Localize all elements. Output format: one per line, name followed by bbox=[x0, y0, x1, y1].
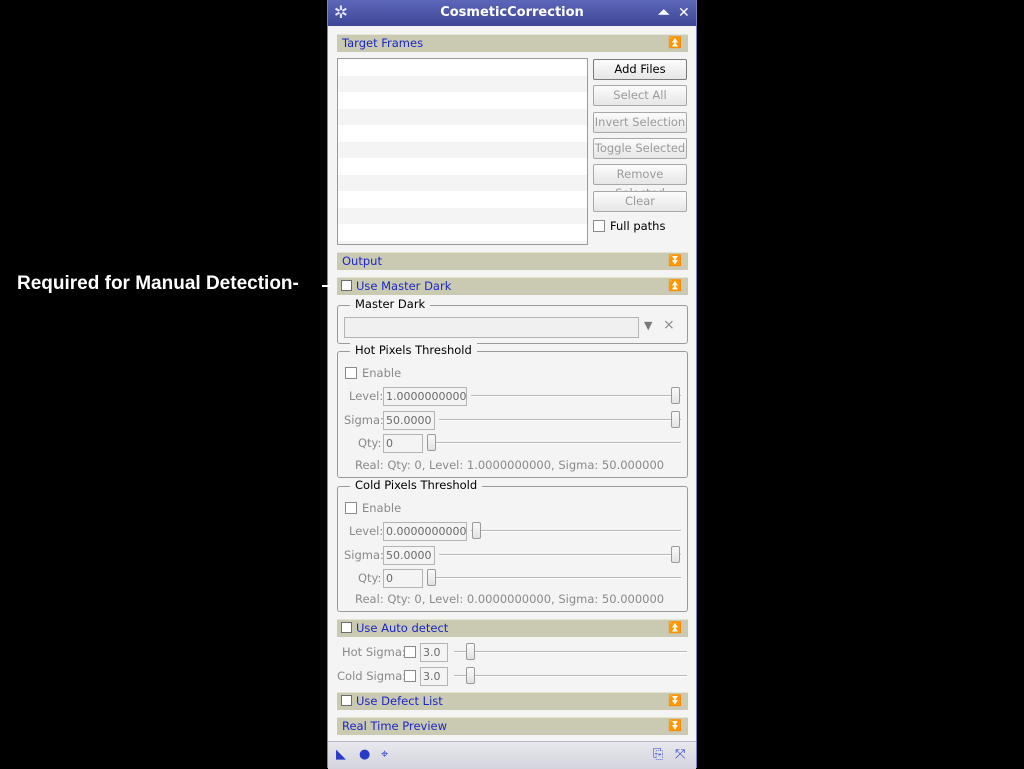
hot-sigma-slider-track[interactable] bbox=[439, 419, 681, 421]
use-auto-detect-checkbox[interactable] bbox=[341, 622, 352, 633]
use-auto-detect-header[interactable]: Use Auto detect ⏫ bbox=[337, 619, 688, 637]
hot-sigma-slider-handle[interactable] bbox=[466, 643, 475, 660]
cold-sigma-field[interactable]: 50.0000 bbox=[383, 546, 435, 565]
expand-icon[interactable]: ⏬ bbox=[668, 718, 682, 734]
cold-sigma-label: Sigma: bbox=[344, 548, 384, 562]
use-defect-list-label: Use Defect List bbox=[356, 694, 443, 708]
cold-qty-slider-track[interactable] bbox=[428, 577, 681, 579]
hot-qty-slider-handle[interactable] bbox=[427, 434, 436, 451]
master-dark-path-field[interactable] bbox=[344, 317, 639, 338]
browse-documentation-icon[interactable]: ⎘ bbox=[653, 747, 663, 763]
use-master-dark-label: Use Master Dark bbox=[356, 279, 452, 293]
select-all-button[interactable]: Select All bbox=[593, 85, 687, 106]
cold-qty-label: Qty: bbox=[358, 571, 382, 585]
clear-path-icon[interactable]: ⨯ bbox=[663, 317, 675, 333]
cold-sigma-field[interactable]: 3.0 bbox=[420, 667, 448, 686]
hot-sigma-checkbox[interactable] bbox=[404, 646, 416, 658]
full-paths-label: Full paths bbox=[610, 219, 666, 233]
hot-pixels-threshold-title: Hot Pixels Threshold bbox=[350, 343, 477, 357]
hot-sigma-slider-track[interactable] bbox=[454, 651, 687, 653]
hot-pixels-threshold-group: Hot Pixels Threshold Enable Level: 1.000… bbox=[337, 343, 688, 478]
cold-sigma-slider-track[interactable] bbox=[439, 554, 681, 556]
cold-level-slider-track[interactable] bbox=[471, 530, 681, 532]
cold-sigma-slider-handle[interactable] bbox=[466, 667, 475, 684]
new-instance-icon[interactable]: ◣ bbox=[336, 747, 346, 763]
toggle-selected-button[interactable]: Toggle Selected bbox=[593, 138, 687, 159]
hot-real-text: Real: Qty: 0, Level: 1.0000000000, Sigma… bbox=[355, 458, 665, 472]
cosmetic-correction-window: ✲ CosmeticCorrection ⏶ ✕ Target Frames ⏫… bbox=[327, 0, 697, 769]
output-header[interactable]: Output ⏬ bbox=[337, 252, 688, 270]
hot-sigma-label: Hot Sigma: bbox=[342, 645, 406, 659]
real-time-preview-icon[interactable]: ⌖ bbox=[381, 747, 388, 763]
hot-qty-label: Qty: bbox=[358, 436, 382, 450]
output-label: Output bbox=[342, 254, 382, 268]
hot-level-label: Level: bbox=[349, 389, 384, 403]
master-dark-group-title: Master Dark bbox=[350, 297, 431, 311]
cold-enable-label: Enable bbox=[362, 501, 402, 515]
apply-global-icon[interactable]: ● bbox=[359, 747, 370, 763]
cold-level-field[interactable]: 0.0000000000 bbox=[383, 522, 467, 541]
annotation-pointer bbox=[322, 285, 330, 287]
hot-level-slider-track[interactable] bbox=[471, 395, 681, 397]
hot-sigma-field[interactable]: 3.0 bbox=[420, 643, 448, 662]
target-frames-list[interactable] bbox=[337, 58, 588, 245]
cold-level-label: Level: bbox=[349, 524, 384, 538]
cold-sigma-checkbox[interactable] bbox=[404, 670, 416, 682]
title-bar[interactable]: ✲ CosmeticCorrection ⏶ ✕ bbox=[328, 0, 696, 26]
remove-selected-button[interactable]: Remove Selected bbox=[593, 164, 687, 200]
hot-sigma-slider-handle[interactable] bbox=[671, 411, 680, 428]
cold-enable-checkbox[interactable] bbox=[345, 502, 357, 514]
cold-qty-field[interactable]: 0 bbox=[383, 569, 423, 588]
full-paths-checkbox[interactable] bbox=[593, 220, 605, 232]
cold-pixels-threshold-group: Cold Pixels Threshold Enable Level: 0.00… bbox=[337, 478, 688, 612]
collapse-icon[interactable]: ⏫ bbox=[668, 35, 682, 51]
hot-qty-field[interactable]: 0 bbox=[383, 434, 423, 453]
expand-icon[interactable]: ⏬ bbox=[668, 693, 682, 709]
close-icon[interactable]: ✕ bbox=[678, 5, 690, 21]
annotation-label: Required for Manual Detection- bbox=[17, 273, 299, 294]
collapse-icon[interactable]: ⏫ bbox=[668, 620, 682, 636]
use-master-dark-checkbox[interactable] bbox=[341, 280, 352, 291]
clear-button[interactable]: Clear bbox=[593, 191, 687, 212]
dropdown-icon[interactable]: ▼ bbox=[644, 319, 652, 332]
cold-real-text: Real: Qty: 0, Level: 0.0000000000, Sigma… bbox=[355, 592, 665, 606]
bottom-toolbar: ◣ ● ⌖ ⎘ ⤧ bbox=[328, 741, 696, 769]
cold-qty-slider-handle[interactable] bbox=[427, 569, 436, 586]
use-defect-list-header[interactable]: Use Defect List ⏬ bbox=[337, 692, 688, 710]
hot-enable-checkbox[interactable] bbox=[345, 367, 357, 379]
real-time-preview-header[interactable]: Real Time Preview ⏬ bbox=[337, 717, 688, 735]
use-master-dark-header[interactable]: Use Master Dark ⏫ bbox=[337, 277, 688, 295]
reset-icon[interactable]: ⤧ bbox=[675, 747, 685, 763]
cold-sigma-slider-track[interactable] bbox=[454, 675, 687, 677]
hot-level-field[interactable]: 1.0000000000 bbox=[383, 387, 467, 406]
use-auto-detect-label: Use Auto detect bbox=[356, 621, 449, 635]
use-defect-list-checkbox[interactable] bbox=[341, 695, 352, 706]
hot-qty-slider-track[interactable] bbox=[428, 442, 681, 444]
cold-pixels-threshold-title: Cold Pixels Threshold bbox=[350, 478, 483, 492]
cold-sigma-slider-handle[interactable] bbox=[671, 546, 680, 563]
cold-sigma-label: Cold Sigma: bbox=[337, 669, 407, 683]
hot-level-slider-handle[interactable] bbox=[671, 387, 680, 404]
shade-up-icon[interactable]: ⏶ bbox=[658, 5, 669, 21]
add-files-button[interactable]: Add Files bbox=[593, 59, 687, 80]
master-dark-group: Master Dark ▼ ⨯ bbox=[337, 297, 688, 344]
cold-level-slider-handle[interactable] bbox=[472, 522, 481, 539]
window-title: CosmeticCorrection bbox=[440, 5, 584, 20]
hot-enable-label: Enable bbox=[362, 366, 402, 380]
real-time-preview-label: Real Time Preview bbox=[342, 719, 448, 733]
collapse-icon[interactable]: ⏫ bbox=[668, 278, 682, 294]
invert-selection-button[interactable]: Invert Selection bbox=[593, 112, 687, 133]
target-frames-header[interactable]: Target Frames ⏫ bbox=[337, 34, 688, 52]
hot-sigma-label: Sigma: bbox=[344, 413, 384, 427]
expand-icon[interactable]: ⏬ bbox=[668, 253, 682, 269]
hot-sigma-field[interactable]: 50.0000 bbox=[383, 411, 435, 430]
target-frames-label: Target Frames bbox=[342, 36, 424, 50]
